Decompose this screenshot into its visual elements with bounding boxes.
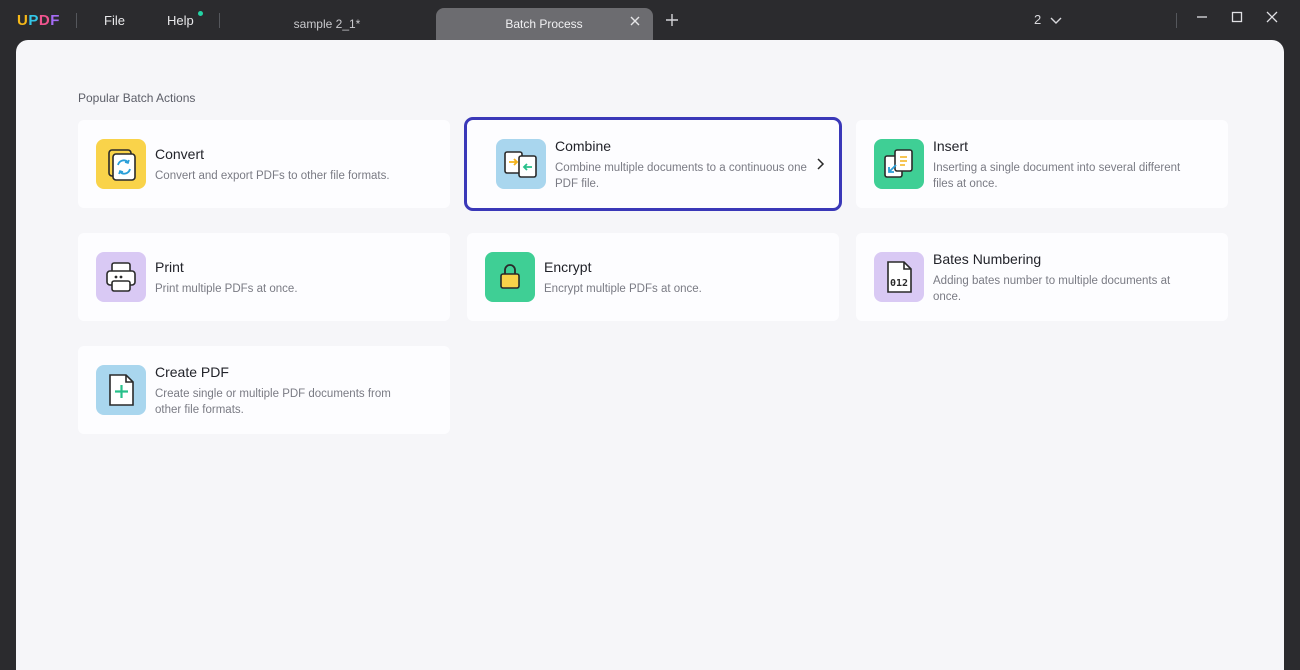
print-icon (96, 252, 146, 302)
menu-file[interactable]: File (104, 13, 125, 28)
bates-number-text: 012 (890, 278, 908, 289)
logo-letter-f: F (50, 12, 60, 29)
card-title: Create PDF (155, 364, 229, 380)
updf-logo[interactable]: UPDF (17, 12, 60, 29)
card-description: Combine multiple documents to a continuo… (555, 162, 807, 190)
page-count-dropdown[interactable]: 2 (1034, 12, 1062, 27)
tab-batch-process[interactable]: Batch Process (436, 8, 653, 40)
batch-card-print[interactable]: Print Print multiple PDFs at once. (78, 233, 450, 321)
convert-icon (96, 139, 146, 189)
logo-letter-u: U (17, 12, 29, 29)
card-title: Insert (933, 138, 969, 154)
batch-card-insert[interactable]: Insert Inserting a single document into … (856, 120, 1228, 208)
close-icon[interactable] (1262, 10, 1282, 30)
plus-icon[interactable] (662, 11, 682, 31)
card-description: Print multiple PDFs at once. (155, 283, 298, 295)
maximize-icon[interactable] (1227, 10, 1247, 30)
insert-icon (874, 139, 924, 189)
card-title: Combine (555, 138, 612, 154)
create-pdf-icon (96, 365, 146, 415)
combine-icon (496, 139, 546, 189)
divider (76, 13, 77, 28)
card-description: Inserting a single document into several… (933, 162, 1181, 190)
chevron-right-icon (817, 158, 825, 170)
lock-icon (485, 252, 535, 302)
card-description: Convert and export PDFs to other file fo… (155, 170, 390, 182)
card-title: Print (155, 259, 184, 275)
batch-card-bates-numbering[interactable]: 012 Bates Numbering Adding bates number … (856, 233, 1228, 321)
title-bar: UPDF File Help sample 2_1* Batch Process… (0, 0, 1300, 40)
batch-card-encrypt[interactable]: Encrypt Encrypt multiple PDFs at once. (467, 233, 839, 321)
tab-label: Batch Process (505, 17, 583, 31)
section-title: Popular Batch Actions (78, 91, 196, 105)
card-description: Encrypt multiple PDFs at once. (544, 283, 702, 295)
card-description: Create single or multiple PDF documents … (155, 388, 391, 416)
card-description: Adding bates number to multiple document… (933, 275, 1171, 303)
batch-process-panel: Popular Batch Actions Convert Convert an… (16, 40, 1284, 670)
logo-letter-p: P (28, 12, 39, 29)
card-title: Convert (155, 146, 205, 162)
tab-label: sample 2_1* (293, 17, 361, 31)
page-count: 2 (1034, 12, 1042, 27)
notification-dot (198, 11, 203, 16)
logo-letter-d: D (38, 12, 51, 29)
menu-help[interactable]: Help (167, 13, 194, 28)
divider (1176, 13, 1177, 28)
bates-number-icon: 012 (874, 252, 924, 302)
close-icon[interactable] (626, 14, 644, 32)
divider (219, 13, 220, 28)
tab-sample-2-1[interactable]: sample 2_1* (232, 8, 422, 40)
card-title: Bates Numbering (933, 251, 1042, 267)
batch-card-create-pdf[interactable]: Create PDF Create single or multiple PDF… (78, 346, 450, 434)
batch-card-combine[interactable]: Combine Combine multiple documents to a … (464, 117, 842, 211)
card-title: Encrypt (544, 259, 592, 275)
chevron-down-icon (1050, 17, 1062, 24)
minimize-icon[interactable] (1192, 10, 1212, 30)
batch-card-convert[interactable]: Convert Convert and export PDFs to other… (78, 120, 450, 208)
